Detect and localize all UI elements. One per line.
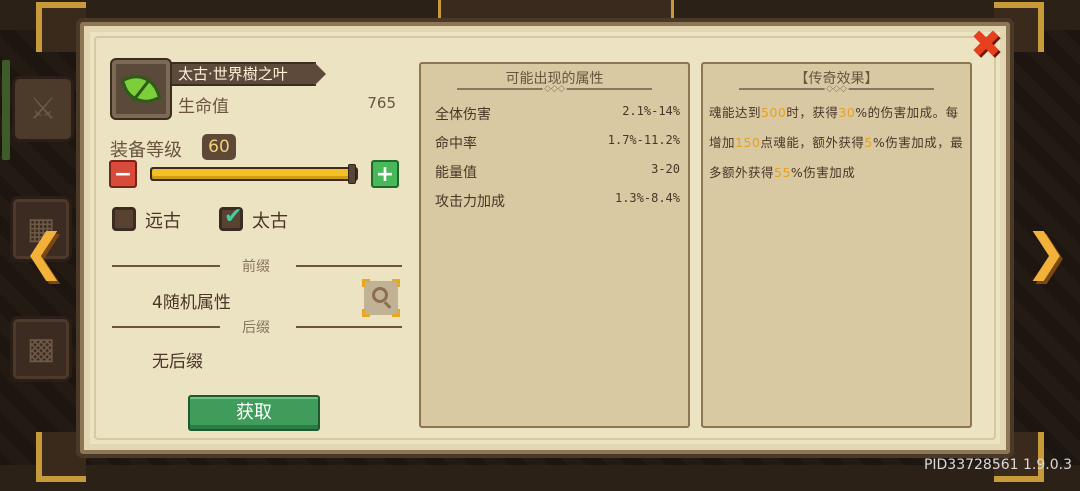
possible-attributes-box: 可能出现的属性 ◇◇◇ 全体伤害 2.1%-14% 命中率 1.7%-11.2%… bbox=[419, 62, 690, 428]
legendary-text-segment: %伤害加成 bbox=[790, 165, 856, 180]
level-slider-fill bbox=[152, 169, 356, 179]
legendary-text-segment: 魂能达到 bbox=[709, 105, 762, 120]
level-slider[interactable] bbox=[150, 167, 358, 181]
version-label: PID33728561 1.9.0.3 bbox=[923, 457, 1072, 473]
attribute-range: 3-20 bbox=[651, 162, 680, 176]
squares-icon: ▩ bbox=[26, 331, 56, 367]
suffix-divider-left bbox=[112, 326, 220, 328]
level-value: 60 bbox=[202, 134, 236, 160]
attribute-row: 全体伤害 2.1%-14% bbox=[435, 104, 680, 124]
attribute-name: 命中率 bbox=[435, 136, 477, 152]
legendary-text-segment: 时，获得 bbox=[786, 105, 839, 120]
legendary-value-highlight: 55 bbox=[774, 165, 791, 180]
item-name-ribbon-tail bbox=[314, 62, 326, 86]
plus-icon: + bbox=[375, 162, 395, 187]
prefix-section-label: 前缀 bbox=[242, 259, 270, 275]
attribute-range: 1.7%-11.2% bbox=[607, 133, 680, 147]
title-banner bbox=[438, 0, 674, 22]
suffix-section-label: 后缀 bbox=[242, 320, 270, 336]
legendary-value-highlight: 150 bbox=[735, 135, 761, 150]
left-green-frame bbox=[2, 60, 10, 160]
attribute-row: 命中率 1.7%-11.2% bbox=[435, 133, 680, 153]
legendary-value-highlight: 5 bbox=[864, 135, 873, 150]
acquire-button[interactable]: 获取 bbox=[188, 395, 320, 431]
sword-icon: ⚔ bbox=[29, 91, 57, 127]
attribute-name: 攻击力加成 bbox=[435, 194, 505, 210]
attribute-row: 攻击力加成 1.3%-8.4% bbox=[435, 191, 680, 211]
bottom-frame-bar bbox=[0, 465, 1080, 491]
close-icon: ✖ bbox=[970, 22, 1002, 66]
suffix-divider-right bbox=[296, 326, 402, 328]
filter-checkbox-primordial[interactable]: ✔ bbox=[219, 204, 243, 231]
side-tab-items[interactable]: ▩ bbox=[10, 316, 72, 382]
prefix-value: 4随机属性 bbox=[152, 293, 231, 313]
attribute-range: 2.1%-14% bbox=[622, 104, 680, 118]
title-ornament: ◇◇◇ bbox=[542, 84, 567, 94]
attribute-range: 1.3%-8.4% bbox=[614, 191, 680, 205]
filter-checkbox-ancient[interactable] bbox=[112, 207, 136, 231]
level-increase-button[interactable]: + bbox=[371, 160, 399, 188]
checkmark-icon: ✔ bbox=[224, 204, 243, 229]
next-arrow-button[interactable]: ❯ bbox=[1024, 222, 1068, 282]
prefix-search-button[interactable] bbox=[362, 279, 400, 317]
close-button[interactable]: ✖ bbox=[966, 24, 1006, 64]
legendary-value-highlight: 30 bbox=[838, 105, 856, 120]
frame-corner-top-left bbox=[36, 2, 86, 52]
attribute-row: 能量值 3-20 bbox=[435, 162, 680, 182]
filter-label-ancient: 远古 bbox=[145, 211, 181, 232]
suffix-value: 无后缀 bbox=[152, 352, 203, 372]
prev-arrow-button[interactable]: ❮ bbox=[22, 222, 66, 282]
prefix-divider-left bbox=[112, 265, 220, 267]
side-tab-weapons[interactable]: ⚔ bbox=[12, 76, 74, 142]
frame-corner-bottom-left bbox=[36, 432, 86, 482]
item-name: 太古·世界樹之叶 bbox=[170, 62, 316, 86]
legendary-effect-box: 【传奇效果】 ◇◇◇ 魂能达到500时，获得30%的伤害加成。每增加150点魂能… bbox=[701, 62, 972, 428]
attribute-name: 全体伤害 bbox=[435, 107, 491, 123]
filter-label-primordial: 太古 bbox=[252, 211, 288, 232]
hp-label: 生命值 bbox=[178, 97, 229, 117]
prefix-divider-right bbox=[296, 265, 402, 267]
level-slider-handle[interactable] bbox=[348, 164, 356, 184]
attribute-name: 能量值 bbox=[435, 165, 477, 181]
minus-icon: − bbox=[113, 162, 133, 187]
legendary-text-segment: 点魂能，额外获得 bbox=[760, 135, 865, 150]
legendary-value-highlight: 500 bbox=[761, 105, 787, 120]
level-label: 装备等级 bbox=[110, 140, 182, 161]
hp-value: 765 bbox=[367, 94, 396, 112]
title-ornament: ◇◇◇ bbox=[824, 84, 849, 94]
item-icon-frame bbox=[112, 60, 170, 118]
level-decrease-button[interactable]: − bbox=[109, 160, 137, 188]
magnifier-handle bbox=[383, 301, 392, 309]
legendary-effect-description: 魂能达到500时，获得30%的伤害加成。每增加150点魂能，额外获得5%伤害加成… bbox=[709, 98, 964, 188]
